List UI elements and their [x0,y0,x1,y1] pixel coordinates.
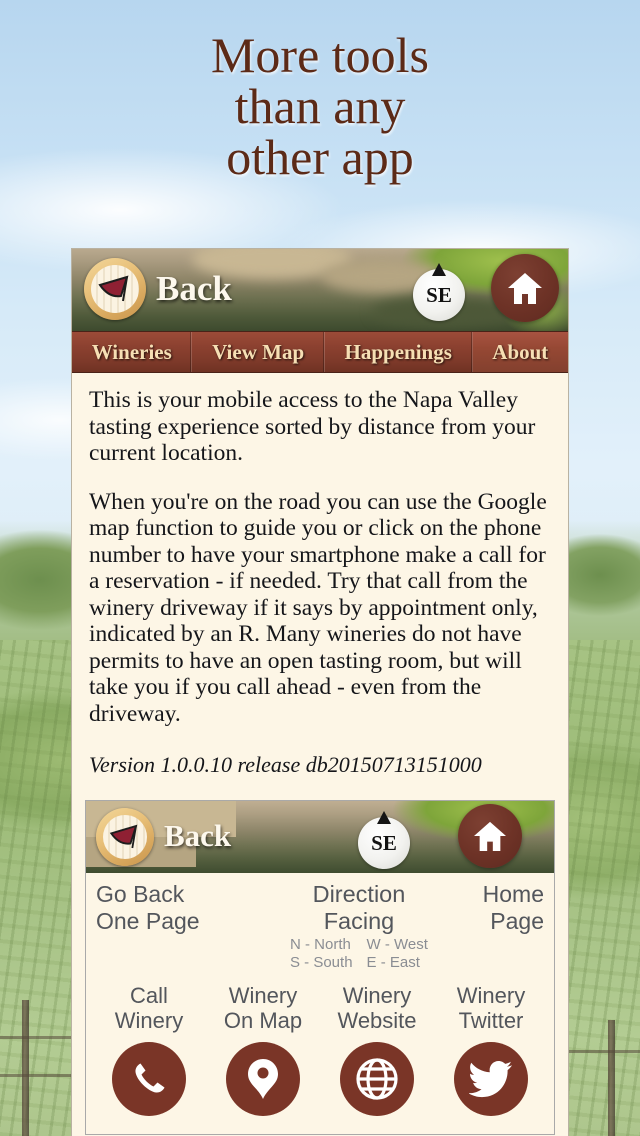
about-paragraph-1: This is your mobile access to the Napa V… [89,387,536,466]
legend-back-label: Back [164,818,232,853]
globe-icon [356,1058,398,1100]
about-content: This is your mobile access to the Napa V… [72,373,568,778]
headline-line-2: than any [234,78,406,134]
vineyard-wire [568,1050,640,1053]
about-paragraph-2: When you're on the road you can use the … [89,488,547,727]
winery-on-map-button[interactable] [226,1042,300,1116]
action-winery-website-label: Winery Website [337,983,417,1033]
action-winery-on-map-label: Winery On Map [223,983,303,1033]
legend-back-caption: Go Back One Page [96,881,200,934]
action-winery-website: Winery Website [320,983,434,1116]
legend-direction-block: Direction Facing N - North S - South W -… [276,881,441,971]
vineyard-post [22,1000,29,1136]
wine-barrel-logo [96,808,154,866]
tab-view-map[interactable]: View Map [192,332,325,372]
legend-descriptions: Go Back One Page Direction Facing N - Nor… [86,873,554,977]
legend-key-east: E - East [366,953,420,971]
home-icon [474,821,506,852]
home-icon [508,273,542,304]
legend-key-south: S - South [290,953,353,971]
app-header: Back SE [72,249,568,331]
map-pin-icon [248,1059,278,1099]
wine-glass-shape [98,275,129,302]
headline-line-3: other app [226,129,414,185]
winery-website-button[interactable] [340,1042,414,1116]
legend-direction-key: N - North S - South W - West E - East [276,936,441,971]
vineyard-wire [0,1036,72,1039]
compass-direction-label: SE [426,283,452,307]
wine-glass-shape [109,824,138,849]
legend-direction-key-col-2: W - West E - East [367,936,428,971]
wine-barrel-logo-inner [91,265,139,313]
headline-line-1: More tools [210,27,430,83]
action-call-winery-label: Call Winery [114,983,184,1033]
action-winery-twitter: Winery Twitter [434,983,548,1116]
legend-key-north: N - North [290,936,351,953]
nav-tabs: Wineries View Map Happenings About [72,331,568,373]
tab-wineries[interactable]: Wineries [72,332,193,372]
back-button-label[interactable]: Back [156,269,232,309]
call-winery-button[interactable] [112,1042,186,1116]
wine-barrel-logo-inner [103,815,147,859]
legend-action-row: CallWinery WineryOn Map WineryWebsite [86,977,554,1134]
tab-about[interactable]: About [472,332,568,372]
tab-happenings[interactable]: Happenings [325,332,473,372]
legend-home-button [458,804,522,868]
legend-header-preview: Back SE [86,801,554,873]
home-button[interactable] [491,254,559,322]
action-winery-on-map: Winery On Map [206,983,320,1116]
legend-direction-title: Direction Facing [312,881,406,934]
action-call-winery: Call Winery [92,983,206,1116]
version-string: Version 1.0.0.10 release db2015071315100… [89,752,482,777]
legend-panel: Back SE Go Back One Page Direction Facing… [85,800,555,1135]
app-screen: Back SE Wineries View Map Happenings Abo… [71,248,569,1136]
promo-headline: More tools than any other app [0,30,640,183]
vineyard-wire [0,1074,72,1077]
compass-indicator: SE [413,263,465,321]
legend-key-west: W - West [366,936,428,953]
winery-twitter-button[interactable] [454,1042,528,1116]
wine-barrel-logo[interactable] [84,258,146,320]
legend-compass-indicator: SE [358,811,410,869]
action-winery-twitter-label: Winery Twitter [456,983,526,1033]
legend-direction-key-col-1: N - North S - South [290,936,353,971]
legend-compass-direction-label: SE [371,831,397,855]
phone-icon [135,1063,165,1093]
legend-home-caption: Home Page [482,881,544,934]
twitter-bird-icon [469,1061,512,1098]
vineyard-post [608,1020,615,1136]
